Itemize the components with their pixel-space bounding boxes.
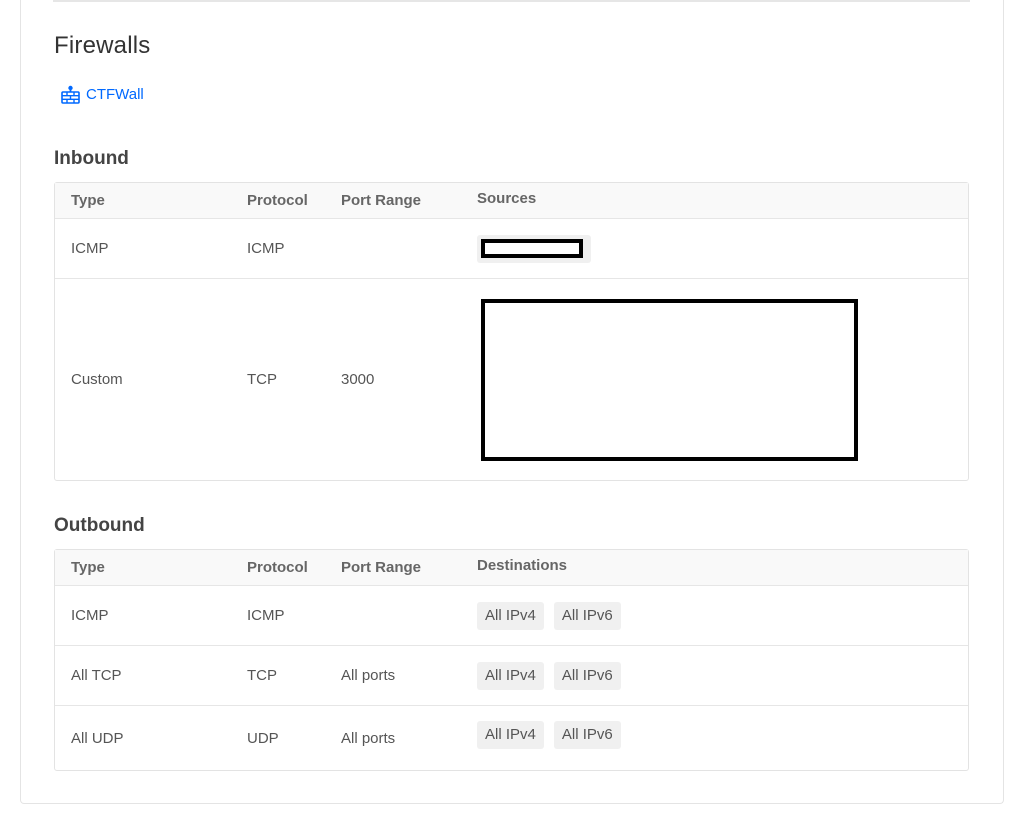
rule-type: ICMP (71, 607, 109, 624)
redaction-box (481, 298, 858, 461)
rule-type: All UDP (71, 729, 124, 747)
section-divider (53, 0, 970, 2)
inbound-heading: Inbound (54, 148, 129, 169)
table-header-row: Type Protocol Port Range Sources (55, 183, 968, 219)
table-row: Custom TCP 3000 (55, 279, 968, 480)
rule-destinations: All IPv4 All IPv6 (477, 586, 621, 645)
rule-type: ICMP (71, 240, 109, 257)
destination-tag-ipv4[interactable]: All IPv4 (477, 601, 544, 630)
firewall-icon (61, 85, 80, 104)
rule-protocol: UDP (247, 729, 279, 747)
rule-destinations: All IPv4 All IPv6 (477, 646, 621, 705)
destination-tag-ipv6[interactable]: All IPv6 (553, 661, 621, 690)
inbound-rules-table: Type Protocol Port Range Sources ICMP IC… (54, 182, 969, 481)
source-tag-redacted[interactable] (477, 234, 591, 263)
rule-protocol: TCP (247, 667, 277, 684)
firewall-link-label: CTFWall (86, 85, 144, 103)
rule-protocol: ICMP (247, 607, 285, 624)
rule-destinations: All IPv4 All IPv6 (477, 706, 621, 770)
table-row: ICMP ICMP (55, 219, 968, 279)
table-row: ICMP ICMP All IPv4 All IPv6 (55, 586, 968, 646)
table-row: All TCP TCP All ports All IPv4 All IPv6 (55, 646, 968, 706)
rule-type: All TCP (71, 667, 122, 684)
firewalls-heading: Firewalls (54, 32, 151, 59)
column-header-destinations: Destinations (477, 557, 568, 574)
rule-type: Custom (71, 371, 123, 388)
rule-sources (481, 279, 858, 480)
column-header-protocol: Protocol (247, 559, 308, 576)
destination-tag-ipv4[interactable]: All IPv4 (477, 721, 544, 749)
column-header-protocol: Protocol (247, 192, 308, 209)
rule-port-range: All ports (341, 729, 396, 747)
outbound-rules-table: Type Protocol Port Range Destinations IC… (54, 549, 969, 771)
column-header-port-range: Port Range (341, 559, 422, 576)
rule-port-range: All ports (341, 667, 396, 684)
rule-protocol: ICMP (247, 240, 285, 257)
column-header-port-range: Port Range (341, 192, 422, 209)
table-row: All UDP UDP All ports All IPv4 All IPv6 (55, 706, 968, 770)
rule-protocol: TCP (247, 371, 277, 388)
rule-sources (477, 219, 591, 278)
redaction-box (481, 239, 583, 258)
destination-tag-ipv6[interactable]: All IPv6 (553, 721, 621, 749)
column-header-type: Type (71, 192, 105, 209)
outbound-heading: Outbound (54, 515, 145, 536)
column-header-type: Type (71, 559, 105, 576)
column-header-sources: Sources (477, 190, 537, 207)
rule-port-range: 3000 (341, 371, 375, 388)
destination-tag-ipv4[interactable]: All IPv4 (477, 661, 544, 690)
table-header-row: Type Protocol Port Range Destinations (55, 550, 968, 586)
destination-tag-ipv6[interactable]: All IPv6 (553, 601, 621, 630)
firewall-link-ctfwall[interactable]: CTFWall (61, 84, 144, 104)
